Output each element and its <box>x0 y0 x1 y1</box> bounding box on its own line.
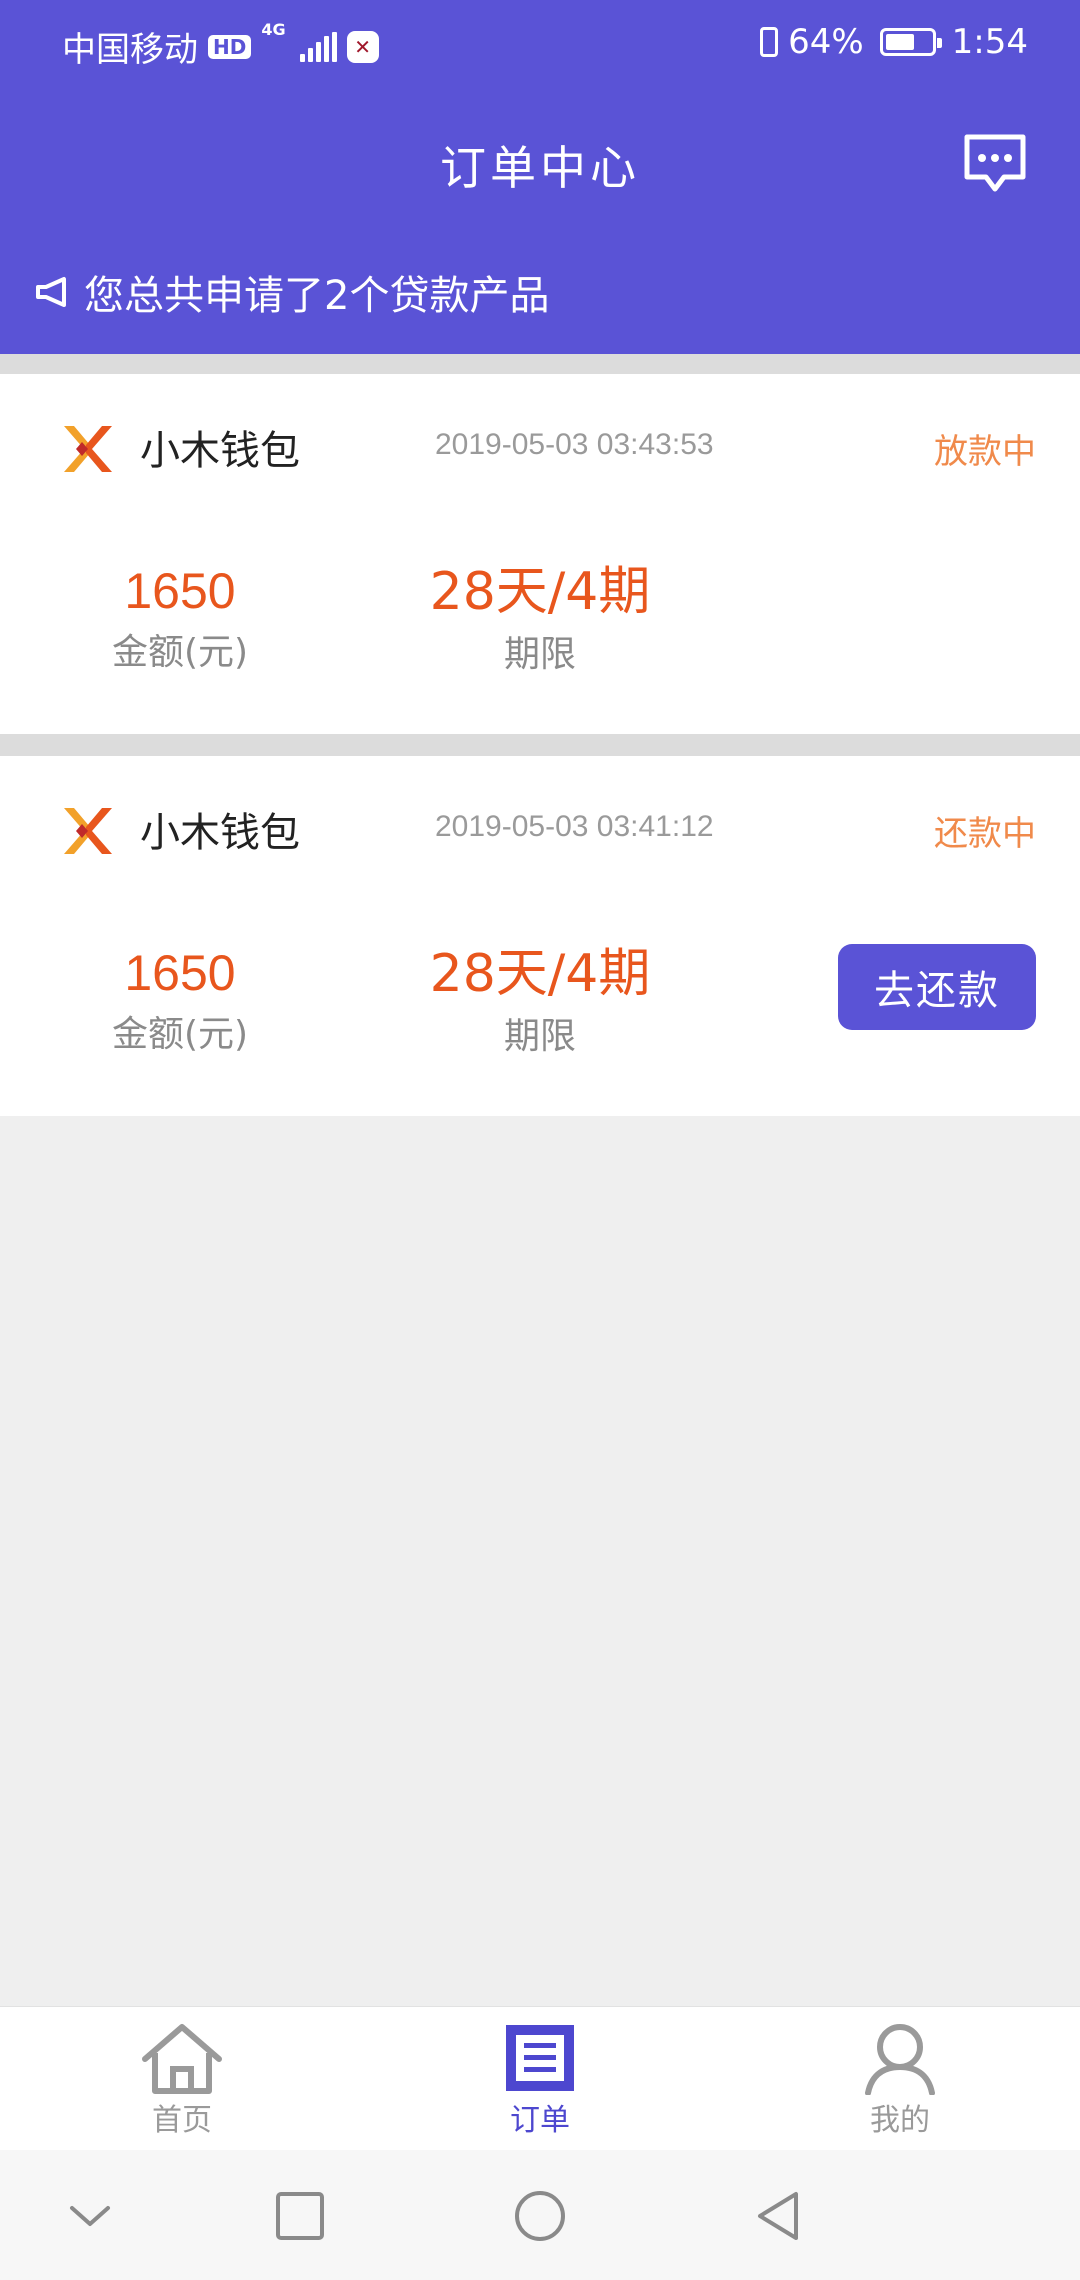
app-notification-icon: ✕ <box>346 30 379 63</box>
amount-label: 金额(元) <box>111 632 249 673</box>
term-label: 期限 <box>503 634 576 676</box>
notice-text: 您总共申请了2个贷款产品 <box>84 273 550 319</box>
chat-bubble-icon <box>964 134 1026 192</box>
order-card[interactable]: 小木钱包 2019-05-03 03:41:12 还款中 1650 金额(元) … <box>0 756 1080 1116</box>
term-block: 28天/4期 期限 <box>390 562 690 677</box>
battery-fill <box>885 34 914 50</box>
header-divider <box>0 354 1080 374</box>
term-label: 期限 <box>503 1016 576 1058</box>
notice-bar: 您总共申请了2个贷款产品 <box>34 262 549 322</box>
square-icon[interactable] <box>268 2184 332 2248</box>
system-nav-bar <box>0 2150 1080 2280</box>
order-card[interactable]: 小木钱包 2019-05-03 03:43:53 放款中 1650 金额(元) … <box>0 374 1080 734</box>
clock: 1:54 <box>951 22 1028 62</box>
hd-badge: HD <box>208 34 252 59</box>
card-divider <box>0 734 1080 756</box>
chevron-down-icon[interactable] <box>58 2184 122 2248</box>
status-bar: 中国移动 HD 4G ✕ 64% 1:54 <box>0 0 1080 92</box>
term-value: 28天/4期 <box>429 944 651 1004</box>
order-status: 放款中 <box>934 432 1036 472</box>
amount-block: 1650 金额(元) <box>80 564 280 675</box>
tab-orders-label: 订单 <box>510 2103 570 2138</box>
tab-home-label: 首页 <box>152 2103 212 2138</box>
amount-block: 1650 金额(元) <box>80 946 280 1057</box>
repay-button[interactable]: 去还款 <box>838 944 1036 1030</box>
megaphone-icon <box>36 277 66 307</box>
network-label: 4G <box>261 20 286 39</box>
header: 中国移动 HD 4G ✕ 64% 1:54 订单中心 您总共申请了2个贷款产品 <box>0 0 1080 354</box>
amount-value: 1650 <box>124 563 236 619</box>
circle-icon[interactable] <box>508 2184 572 2248</box>
battery-icon <box>879 28 942 56</box>
triangle-back-icon[interactable] <box>748 2184 812 2248</box>
page-title: 订单中心 <box>440 141 640 195</box>
term-value: 28天/4期 <box>429 562 651 622</box>
tab-mine[interactable]: 我的 <box>790 2007 1010 2151</box>
bottom-tab-bar: 首页 订单 我的 <box>0 2006 1080 2150</box>
status-left: 中国移动 HD 4G ✕ <box>62 22 379 71</box>
amount-value: 1650 <box>124 945 236 1001</box>
document-icon <box>506 2025 574 2091</box>
carrier-label: 中国移动 <box>62 30 198 70</box>
amount-label: 金额(元) <box>111 1014 249 1055</box>
home-icon <box>142 2024 222 2094</box>
title-bar: 订单中心 <box>0 112 1080 212</box>
product-logo-icon <box>64 426 112 472</box>
tab-orders[interactable]: 订单 <box>430 2007 650 2151</box>
user-icon <box>865 2024 935 2096</box>
status-right: 64% 1:54 <box>760 22 1028 62</box>
order-time: 2019-05-03 03:43:53 <box>435 428 714 461</box>
tab-home[interactable]: 首页 <box>72 2007 292 2151</box>
tab-mine-label: 我的 <box>870 2103 930 2138</box>
message-button[interactable] <box>962 132 1028 196</box>
vibrate-icon <box>760 27 779 57</box>
signal-icon <box>299 31 337 62</box>
product-name: 小木钱包 <box>140 428 300 474</box>
order-status: 还款中 <box>934 814 1036 854</box>
term-block: 28天/4期 期限 <box>390 944 690 1059</box>
product-logo-icon <box>64 808 112 854</box>
battery-percent: 64% <box>788 22 864 62</box>
order-time: 2019-05-03 03:41:12 <box>435 810 714 843</box>
product-name: 小木钱包 <box>140 810 300 856</box>
